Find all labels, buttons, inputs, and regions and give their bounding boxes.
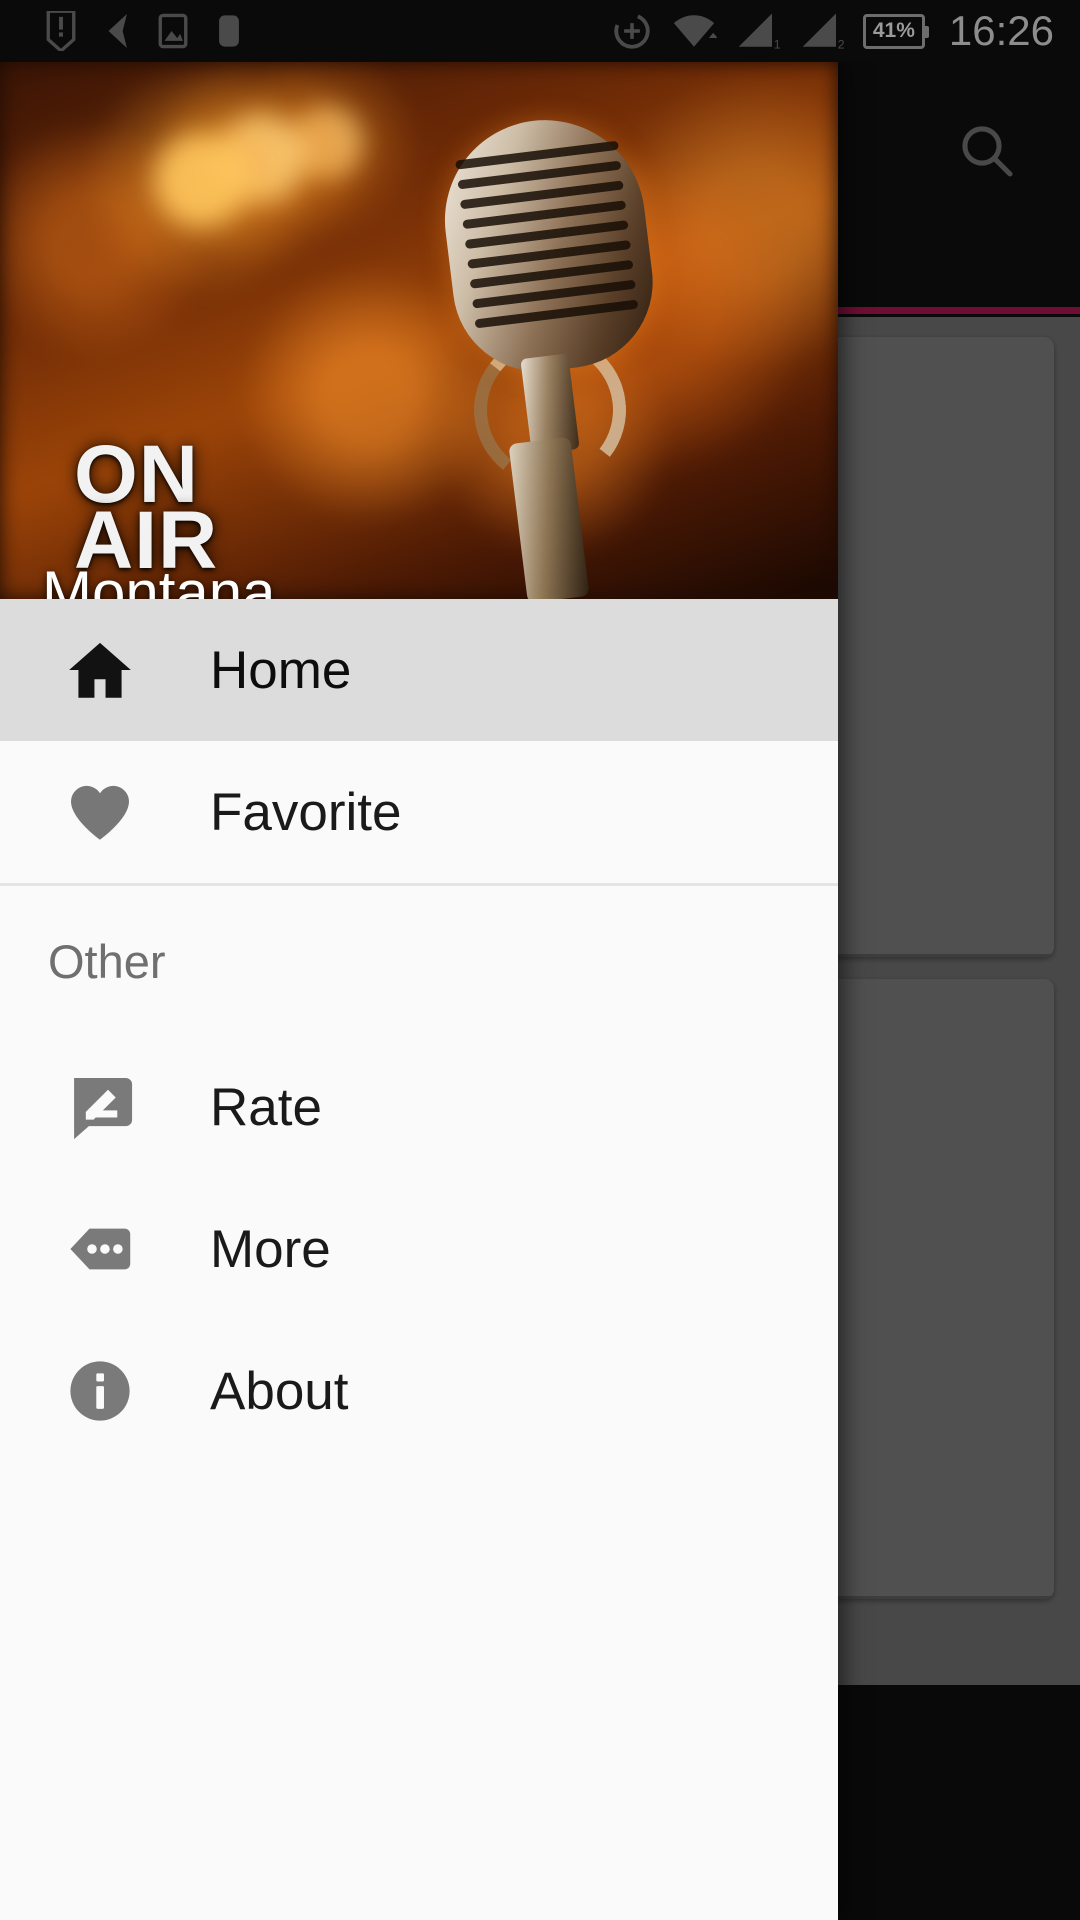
more-apps-icon: [48, 1212, 152, 1286]
drawer-header-title: Montana: [42, 559, 276, 599]
info-icon: [48, 1354, 152, 1428]
nav-item-about-label: About: [210, 1361, 349, 1421]
app-icon: [219, 15, 239, 47]
nav-item-about[interactable]: About: [0, 1320, 838, 1462]
sim-alert-icon: [46, 11, 76, 51]
rate-review-icon-glyph: [74, 1078, 133, 1140]
more-apps-icon-glyph: [70, 1228, 131, 1270]
microphone-head: [433, 108, 663, 382]
nav-item-favorite[interactable]: Favorite: [0, 741, 838, 883]
phone-screen: 1 2 41% 16:26 STATIONS: [0, 0, 1080, 1920]
menu-section-other: Other: [48, 934, 166, 988]
nav-item-home[interactable]: Home: [0, 599, 838, 741]
heart-icon: [48, 775, 152, 849]
drawer-header-microphone-graphic: [430, 108, 663, 599]
home-icon: [48, 633, 152, 707]
nav-item-rate[interactable]: Rate: [0, 1036, 838, 1178]
nav-item-more-label: More: [210, 1219, 331, 1279]
signal-1-icon: 1: [738, 13, 781, 52]
drawer-menu: Home Favorite Other Rate More About: [0, 599, 838, 1920]
image-icon: [158, 13, 188, 49]
on-air-overlay-text: ON AIR: [74, 429, 219, 586]
nav-item-rate-label: Rate: [210, 1077, 322, 1137]
drawer-header: ON AIR Montana: [0, 62, 838, 599]
home-icon-glyph: [69, 642, 131, 698]
svg-text:1: 1: [774, 38, 781, 52]
nav-item-home-label: Home: [210, 640, 352, 700]
status-bar-system-icons: 1 2 41% 16:26: [611, 10, 1054, 52]
status-bar-notifications: [44, 11, 246, 51]
battery-icon: 41%: [862, 13, 929, 49]
data-saver-icon: [614, 13, 650, 49]
battery-percent-label: 41%: [872, 18, 915, 42]
nav-item-more[interactable]: More: [0, 1178, 838, 1320]
nav-item-favorite-label: Favorite: [210, 782, 402, 842]
wifi-icon: [673, 15, 717, 47]
back-arrow-icon: [108, 14, 127, 48]
heart-icon-glyph: [71, 785, 129, 840]
info-icon-glyph: [70, 1361, 130, 1421]
signal-2-icon: 2: [802, 13, 845, 52]
status-bar-clock: 16:26: [948, 7, 1054, 54]
rate-review-icon: [48, 1070, 152, 1144]
status-bar: 1 2 41% 16:26: [0, 0, 1080, 62]
navigation-drawer: ON AIR Montana Home Favorite Other Rate …: [0, 62, 838, 1920]
svg-text:2: 2: [838, 38, 845, 52]
